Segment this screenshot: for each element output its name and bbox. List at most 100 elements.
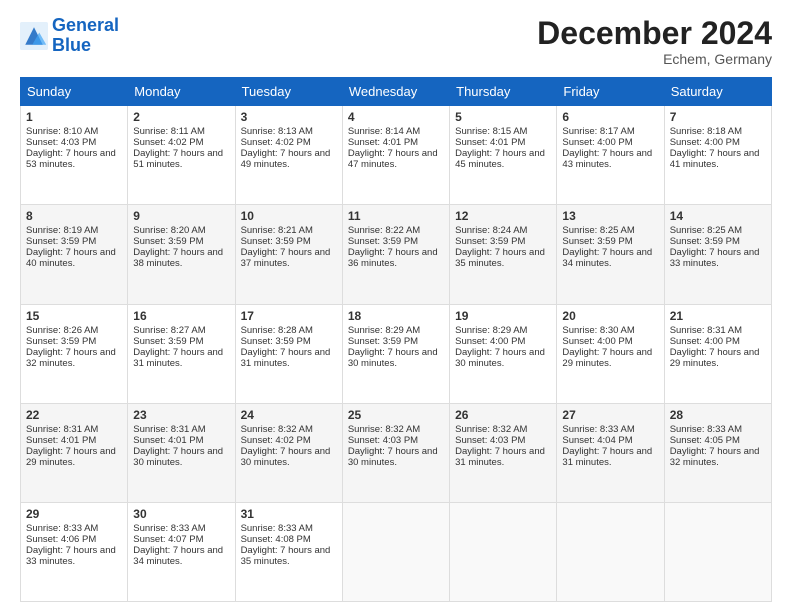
calendar-cell (450, 502, 557, 601)
logo-line2: Blue (52, 35, 91, 55)
day-number: 14 (670, 209, 766, 223)
day-number: 11 (348, 209, 444, 223)
calendar-cell: 14 Sunrise: 8:25 AMSunset: 3:59 PMDayligh… (664, 205, 771, 304)
day-number: 17 (241, 309, 337, 323)
day-number: 19 (455, 309, 551, 323)
daylight-label: Daylight: 7 hours and 45 minutes. (455, 148, 545, 170)
daylight-label: Daylight: 7 hours and 31 minutes. (455, 446, 545, 468)
sunrise-label: Sunrise: 8:32 AM (241, 424, 313, 435)
calendar-table: Sunday Monday Tuesday Wednesday Thursday… (20, 77, 772, 602)
col-tuesday: Tuesday (235, 78, 342, 106)
col-saturday: Saturday (664, 78, 771, 106)
calendar-cell: 3Sunrise: 8:13 AMSunset: 4:02 PMDaylight… (235, 106, 342, 205)
calendar-cell (342, 502, 449, 601)
col-monday: Monday (128, 78, 235, 106)
daylight-label: Daylight: 7 hours and 29 minutes. (670, 347, 760, 369)
sunset-label: Sunset: 4:00 PM (670, 336, 740, 347)
sunset-label: Sunset: 3:59 PM (133, 336, 203, 347)
sunrise-label: Sunrise: 8:20 AM (133, 225, 205, 236)
calendar-week-row: 15Sunrise: 8:26 AMSunset: 3:59 PMDayligh… (21, 304, 772, 403)
day-number: 10 (241, 209, 337, 223)
sunrise-label: Sunrise: 8:33 AM (26, 523, 98, 534)
day-number: 24 (241, 408, 337, 422)
sunset-label: Sunset: 3:59 PM (241, 236, 311, 247)
calendar-cell: 15Sunrise: 8:26 AMSunset: 3:59 PMDayligh… (21, 304, 128, 403)
sunrise-label: Sunrise: 8:14 AM (348, 126, 420, 137)
day-number: 22 (26, 408, 122, 422)
day-number: 6 (562, 110, 658, 124)
daylight-label: Daylight: 7 hours and 32 minutes. (26, 347, 116, 369)
calendar-cell: 1Sunrise: 8:10 AMSunset: 4:03 PMDaylight… (21, 106, 128, 205)
calendar-cell: 2Sunrise: 8:11 AMSunset: 4:02 PMDaylight… (128, 106, 235, 205)
sunset-label: Sunset: 4:00 PM (670, 137, 740, 148)
calendar-cell: 30 Sunrise: 8:33 AMSunset: 4:07 PMDayligh… (128, 502, 235, 601)
daylight-label: Daylight: 7 hours and 34 minutes. (133, 545, 223, 567)
sunset-label: Sunset: 3:59 PM (562, 236, 632, 247)
daylight-label: Daylight: 7 hours and 30 minutes. (348, 446, 438, 468)
daylight-label: Daylight: 7 hours and 30 minutes. (241, 446, 331, 468)
sunset-label: Sunset: 3:59 PM (348, 236, 418, 247)
sunrise-label: Sunrise: 8:11 AM (133, 126, 205, 137)
calendar-cell: 19Sunrise: 8:29 AMSunset: 4:00 PMDayligh… (450, 304, 557, 403)
calendar-cell: 10Sunrise: 8:21 AMSunset: 3:59 PMDayligh… (235, 205, 342, 304)
sunset-label: Sunset: 3:59 PM (26, 236, 96, 247)
sunset-label: Sunset: 3:59 PM (455, 236, 525, 247)
day-number: 28 (670, 408, 766, 422)
col-wednesday: Wednesday (342, 78, 449, 106)
calendar-cell: 20Sunrise: 8:30 AMSunset: 4:00 PMDayligh… (557, 304, 664, 403)
month-title: December 2024 (537, 16, 772, 51)
sunrise-label: Sunrise: 8:25 AM (562, 225, 634, 236)
calendar-cell: 24Sunrise: 8:32 AMSunset: 4:02 PMDayligh… (235, 403, 342, 502)
location: Echem, Germany (537, 51, 772, 67)
sunrise-label: Sunrise: 8:18 AM (670, 126, 742, 137)
calendar-week-row: 29Sunrise: 8:33 AMSunset: 4:06 PMDayligh… (21, 502, 772, 601)
day-number: 25 (348, 408, 444, 422)
daylight-label: Daylight: 7 hours and 30 minutes. (133, 446, 223, 468)
logo-icon (20, 22, 48, 50)
calendar-cell: 17Sunrise: 8:28 AMSunset: 3:59 PMDayligh… (235, 304, 342, 403)
sunrise-label: Sunrise: 8:13 AM (241, 126, 313, 137)
daylight-label: Daylight: 7 hours and 31 minutes. (133, 347, 223, 369)
daylight-label: Daylight: 7 hours and 51 minutes. (133, 148, 223, 170)
calendar-cell: 22Sunrise: 8:31 AMSunset: 4:01 PMDayligh… (21, 403, 128, 502)
calendar-cell: 21Sunrise: 8:31 AMSunset: 4:00 PMDayligh… (664, 304, 771, 403)
daylight-label: Daylight: 7 hours and 29 minutes. (562, 347, 652, 369)
col-friday: Friday (557, 78, 664, 106)
title-block: December 2024 Echem, Germany (537, 16, 772, 67)
sunset-label: Sunset: 3:59 PM (133, 236, 203, 247)
day-number: 15 (26, 309, 122, 323)
daylight-label: Daylight: 7 hours and 47 minutes. (348, 148, 438, 170)
sunset-label: Sunset: 4:07 PM (133, 534, 203, 545)
sunrise-label: Sunrise: 8:33 AM (133, 523, 205, 534)
daylight-label: Daylight: 7 hours and 30 minutes. (348, 347, 438, 369)
day-number: 23 (133, 408, 229, 422)
sunset-label: Sunset: 4:00 PM (562, 336, 632, 347)
daylight-label: Daylight: 7 hours and 33 minutes. (670, 247, 760, 269)
day-number: 8 (26, 209, 122, 223)
calendar-cell: 7Sunrise: 8:18 AMSunset: 4:00 PMDaylight… (664, 106, 771, 205)
sunset-label: Sunset: 4:02 PM (241, 137, 311, 148)
calendar-cell: 18Sunrise: 8:29 AMSunset: 3:59 PMDayligh… (342, 304, 449, 403)
sunrise-label: Sunrise: 8:21 AM (241, 225, 313, 236)
calendar-cell: 26Sunrise: 8:32 AMSunset: 4:03 PMDayligh… (450, 403, 557, 502)
sunrise-label: Sunrise: 8:24 AM (455, 225, 527, 236)
sunset-label: Sunset: 4:00 PM (455, 336, 525, 347)
sunset-label: Sunset: 4:05 PM (670, 435, 740, 446)
day-number: 1 (26, 110, 122, 124)
sunrise-label: Sunrise: 8:33 AM (241, 523, 313, 534)
daylight-label: Daylight: 7 hours and 33 minutes. (26, 545, 116, 567)
daylight-label: Daylight: 7 hours and 34 minutes. (562, 247, 652, 269)
calendar-cell: 23Sunrise: 8:31 AMSunset: 4:01 PMDayligh… (128, 403, 235, 502)
sunrise-label: Sunrise: 8:25 AM (670, 225, 742, 236)
sunset-label: Sunset: 4:02 PM (133, 137, 203, 148)
day-number: 30 (133, 507, 229, 521)
day-number: 26 (455, 408, 551, 422)
sunset-label: Sunset: 4:08 PM (241, 534, 311, 545)
sunset-label: Sunset: 4:03 PM (26, 137, 96, 148)
calendar-cell: 16Sunrise: 8:27 AMSunset: 3:59 PMDayligh… (128, 304, 235, 403)
sunset-label: Sunset: 3:59 PM (670, 236, 740, 247)
day-number: 31 (241, 507, 337, 521)
calendar-cell: 9Sunrise: 8:20 AMSunset: 3:59 PMDaylight… (128, 205, 235, 304)
calendar-cell: 6Sunrise: 8:17 AMSunset: 4:00 PMDaylight… (557, 106, 664, 205)
sunrise-label: Sunrise: 8:31 AM (26, 424, 98, 435)
